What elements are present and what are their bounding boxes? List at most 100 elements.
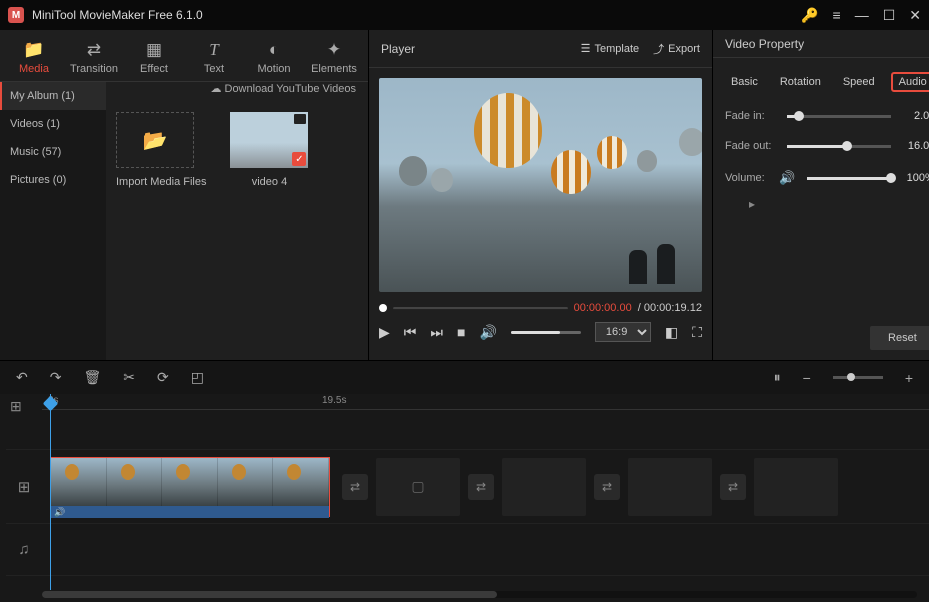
template-button[interactable]: ☰ Template: [581, 42, 640, 55]
sidebar-item-videos[interactable]: Videos (1): [0, 110, 106, 138]
download-youtube-link[interactable]: ☁ Download YouTube Videos: [210, 82, 356, 95]
crop-button[interactable]: ◰: [191, 369, 204, 386]
prop-tab-speed[interactable]: Speed: [837, 72, 881, 92]
effect-icon: ▦: [124, 40, 184, 60]
scrub-handle[interactable]: [379, 304, 387, 312]
tab-transition[interactable]: ⇄ Transition: [64, 36, 124, 81]
player-scrubber[interactable]: 00:00:00.00 / 00:00:19.12: [379, 302, 702, 314]
playhead[interactable]: [50, 394, 51, 590]
aspect-ratio-select[interactable]: 16:9: [595, 322, 651, 342]
volume-icon[interactable]: 🔊: [479, 324, 496, 341]
app-title: MiniTool MovieMaker Free 6.1.0: [32, 8, 801, 22]
folder-icon: 📁: [4, 40, 64, 60]
menu-icon[interactable]: ≡: [833, 7, 841, 23]
tab-elements[interactable]: ✦ Elements: [304, 36, 364, 81]
current-time: 00:00:00.00: [574, 302, 632, 314]
text-icon: T: [184, 40, 244, 60]
prop-tab-audio[interactable]: Audio: [891, 72, 929, 92]
tab-effect[interactable]: ▦ Effect: [124, 36, 184, 81]
tab-transition-label: Transition: [70, 63, 118, 75]
check-icon: ✓: [292, 152, 306, 166]
tab-motion-label: Motion: [257, 63, 290, 75]
timeline-audio-icon[interactable]: ⏸: [774, 369, 781, 386]
transition-icon: ⇄: [64, 40, 124, 60]
template-label: Template: [595, 43, 640, 55]
prop-tab-rotation[interactable]: Rotation: [774, 72, 827, 92]
camera-icon: [294, 114, 306, 124]
media-item-video-4[interactable]: ✓ video 4: [230, 112, 308, 188]
timeline-add-button[interactable]: ⊞: [10, 398, 22, 415]
fullscreen-icon[interactable]: ⛶: [692, 324, 702, 341]
player-title: Player: [381, 42, 567, 56]
fit-icon[interactable]: ◧: [665, 324, 678, 341]
tab-text[interactable]: T Text: [184, 36, 244, 81]
speaker-icon[interactable]: 🔊: [779, 170, 795, 186]
empty-slot-4[interactable]: [754, 458, 838, 516]
redo-button[interactable]: ↷: [50, 369, 62, 386]
tab-elements-label: Elements: [311, 63, 357, 75]
undo-button[interactable]: ↶: [16, 369, 28, 386]
sidebar-item-my-album[interactable]: My Album (1): [0, 82, 106, 110]
audio-track-icon: ♫: [6, 541, 42, 558]
empty-slot-1[interactable]: ▢: [376, 458, 460, 516]
zoom-in-button[interactable]: +: [905, 370, 913, 386]
close-button[interactable]: ✕: [909, 7, 921, 24]
prev-frame-button[interactable]: ⏮: [404, 324, 417, 341]
transition-slot-1[interactable]: ⇄: [342, 474, 368, 500]
tab-motion[interactable]: ◐ Motion: [244, 36, 304, 81]
import-media-button[interactable]: 📂 Import Media Files: [116, 112, 206, 188]
property-title: Video Property: [713, 30, 929, 58]
folder-open-icon: 📂: [143, 128, 168, 153]
time-separator: / 00:00:19.12: [638, 302, 702, 314]
sidebar-item-music[interactable]: Music (57): [0, 138, 106, 166]
export-button[interactable]: ⤴ Export: [653, 41, 700, 57]
prop-tab-basic[interactable]: Basic: [725, 72, 764, 92]
play-button[interactable]: ▶: [379, 324, 390, 341]
video-clip[interactable]: 🔊: [50, 457, 330, 517]
next-frame-button[interactable]: ⏭: [430, 324, 443, 341]
fade-out-slider[interactable]: [787, 145, 891, 148]
delete-button[interactable]: 🗑: [83, 369, 101, 386]
timeline: ⊞ 0s 19.5s ⊞ 🔊: [0, 394, 929, 602]
audio-track[interactable]: ♫: [6, 524, 929, 576]
panel-collapse-button[interactable]: ▸: [746, 192, 758, 216]
player-preview[interactable]: [379, 78, 702, 292]
transition-slot-4[interactable]: ⇄: [720, 474, 746, 500]
empty-slot-3[interactable]: [628, 458, 712, 516]
titlebar: M MiniTool MovieMaker Free 6.1.0 🔑 ≡ — ☐…: [0, 0, 929, 30]
key-icon[interactable]: 🔑: [801, 7, 818, 24]
duration-time: 00:00:19.12: [644, 302, 702, 314]
sidebar-item-pictures[interactable]: Pictures (0): [0, 166, 106, 194]
maximize-button[interactable]: ☐: [883, 7, 896, 24]
tab-effect-label: Effect: [140, 63, 168, 75]
template-icon: ☰: [581, 42, 591, 55]
speed-button[interactable]: ⟳: [157, 369, 169, 386]
volume-slider[interactable]: [511, 331, 581, 334]
zoom-slider[interactable]: [833, 376, 883, 379]
media-item-video-4-label: video 4: [230, 176, 308, 188]
stop-button[interactable]: ■: [457, 324, 465, 340]
video-track[interactable]: ⊞ 🔊 ⇄ ▢ ⇄ ⇄: [6, 450, 929, 524]
timeline-scrollbar[interactable]: [42, 591, 917, 598]
volume-prop-slider[interactable]: [807, 177, 891, 180]
download-youtube-label: Download YouTube Videos: [225, 83, 357, 95]
motion-icon: ◐: [244, 40, 304, 60]
zoom-out-button[interactable]: −: [803, 370, 811, 386]
fade-in-slider[interactable]: [787, 115, 891, 118]
reset-button[interactable]: Reset: [870, 326, 929, 350]
split-button[interactable]: ✂: [123, 369, 135, 386]
tab-media-label: Media: [19, 63, 49, 75]
export-label: Export: [668, 43, 700, 55]
minimize-button[interactable]: —: [855, 7, 869, 23]
tab-media[interactable]: 📁 Media: [4, 36, 64, 81]
main-toolbar: 📁 Media ⇄ Transition ▦ Effect T Text ◐ M…: [0, 30, 368, 82]
tab-text-label: Text: [204, 63, 224, 75]
media-panel: 📁 Media ⇄ Transition ▦ Effect T Text ◐ M…: [0, 30, 369, 360]
fade-in-value: 2.0s: [899, 110, 929, 122]
transition-slot-2[interactable]: ⇄: [468, 474, 494, 500]
empty-slot-2[interactable]: [502, 458, 586, 516]
transition-slot-3[interactable]: ⇄: [594, 474, 620, 500]
export-icon: ⤴: [653, 41, 664, 57]
volume-value: 100%: [899, 172, 929, 184]
timeline-ruler[interactable]: 0s 19.5s: [42, 394, 929, 410]
